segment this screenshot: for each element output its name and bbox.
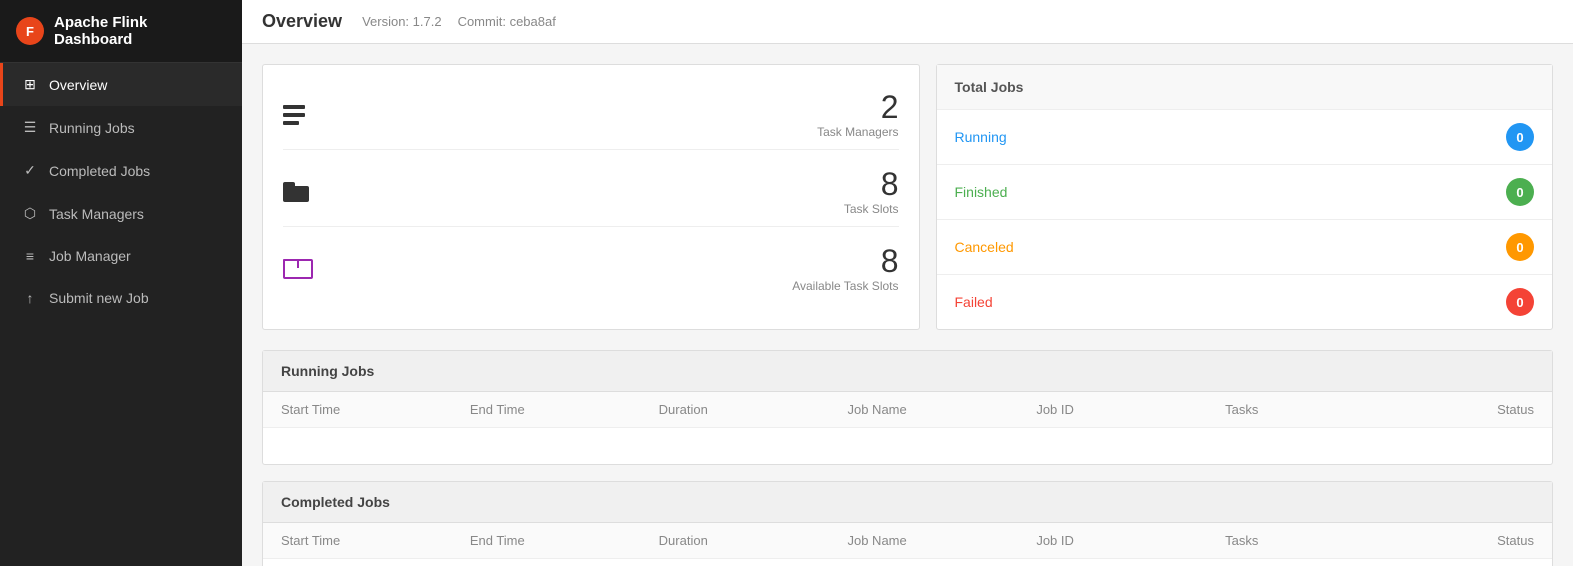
canceled-label: Canceled — [955, 239, 1014, 255]
total-jobs-row-finished: Finished 0 — [937, 165, 1553, 220]
brand-icon: F — [16, 17, 44, 45]
stats-card-inner: 2 Task Managers 8 Task Slots — [283, 81, 899, 303]
failed-label: Failed — [955, 294, 993, 310]
completed-jobs-section: Completed Jobs Start Time End Time Durat… — [262, 481, 1553, 566]
finished-badge: 0 — [1506, 178, 1534, 206]
stats-card: 2 Task Managers 8 Task Slots — [262, 64, 920, 330]
sidebar-item-completed-jobs[interactable]: ✓ Completed Jobs — [0, 149, 242, 192]
sidebar-item-submit-job[interactable]: ↑ Submit new Job — [0, 277, 242, 319]
col-duration: Duration — [659, 402, 848, 417]
available-slots-label: Available Task Slots — [792, 279, 898, 293]
total-jobs-row-running: Running 0 — [937, 110, 1553, 165]
running-jobs-table-body — [263, 428, 1552, 464]
completed-jobs-table-body — [263, 559, 1552, 566]
stat-row-task-managers: 2 Task Managers — [283, 81, 899, 150]
col-end-time: End Time — [470, 402, 659, 417]
sidebar-item-running-jobs-label: Running Jobs — [49, 120, 135, 136]
sidebar-item-overview-label: Overview — [49, 77, 107, 93]
stat-row-task-slots: 8 Task Slots — [283, 158, 899, 227]
sidebar-item-task-managers-label: Task Managers — [49, 206, 144, 222]
top-bar-meta: Version: 1.7.2 Commit: ceba8af — [362, 14, 556, 29]
task-slots-stats: 8 Task Slots — [844, 168, 899, 216]
sidebar-nav: ⊞ Overview ☰ Running Jobs ✓ Completed Jo… — [0, 63, 242, 566]
commit-label: Commit: ceba8af — [458, 14, 556, 29]
check-circle-icon: ✓ — [21, 162, 39, 179]
task-managers-icon — [283, 105, 305, 125]
sidebar-item-submit-job-label: Submit new Job — [49, 290, 149, 306]
col-start-time: Start Time — [281, 402, 470, 417]
server-icon: ⬡ — [21, 205, 39, 222]
completed-jobs-table-header: Start Time End Time Duration Job Name Jo… — [263, 523, 1552, 559]
col-status-c: Status — [1414, 533, 1534, 548]
sidebar-header: F Apache Flink Dashboard — [0, 0, 242, 63]
col-end-time-c: End Time — [470, 533, 659, 548]
task-managers-stats: 2 Task Managers — [817, 91, 898, 139]
task-managers-value: 2 — [817, 91, 898, 123]
sidebar-item-task-managers[interactable]: ⬡ Task Managers — [0, 192, 242, 235]
completed-jobs-title: Completed Jobs — [263, 482, 1552, 523]
available-slots-value: 8 — [792, 245, 898, 277]
available-slots-icon — [283, 259, 309, 279]
col-status: Status — [1414, 402, 1534, 417]
stat-row-available-slots: 8 Available Task Slots — [283, 235, 899, 303]
page-title: Overview — [262, 11, 342, 32]
col-tasks-c: Tasks — [1225, 533, 1414, 548]
task-slots-icon — [283, 182, 309, 202]
upload-icon: ↑ — [21, 290, 39, 306]
col-duration-c: Duration — [659, 533, 848, 548]
col-job-name-c: Job Name — [847, 533, 1036, 548]
available-slots-stats: 8 Available Task Slots — [792, 245, 898, 293]
task-managers-label: Task Managers — [817, 125, 898, 139]
col-job-name: Job Name — [847, 402, 1036, 417]
total-jobs-row-failed: Failed 0 — [937, 275, 1553, 329]
canceled-badge: 0 — [1506, 233, 1534, 261]
list-icon: ☰ — [21, 119, 39, 136]
sidebar-item-job-manager-label: Job Manager — [49, 248, 131, 264]
task-slots-value: 8 — [844, 168, 899, 200]
running-label: Running — [955, 129, 1007, 145]
total-jobs-row-canceled: Canceled 0 — [937, 220, 1553, 275]
main-content: Overview Version: 1.7.2 Commit: ceba8af — [242, 0, 1573, 566]
total-jobs-card: Total Jobs Running 0 Finished 0 Canceled… — [936, 64, 1554, 330]
menu-icon: ≡ — [21, 248, 39, 264]
stats-row: 2 Task Managers 8 Task Slots — [262, 64, 1553, 330]
grid-icon: ⊞ — [21, 76, 39, 93]
col-job-id: Job ID — [1036, 402, 1225, 417]
sidebar-item-completed-jobs-label: Completed Jobs — [49, 163, 150, 179]
top-bar: Overview Version: 1.7.2 Commit: ceba8af — [242, 0, 1573, 44]
total-jobs-header: Total Jobs — [937, 65, 1553, 110]
running-badge: 0 — [1506, 123, 1534, 151]
finished-label: Finished — [955, 184, 1008, 200]
failed-badge: 0 — [1506, 288, 1534, 316]
running-jobs-section: Running Jobs Start Time End Time Duratio… — [262, 350, 1553, 465]
col-tasks: Tasks — [1225, 402, 1414, 417]
sidebar-item-overview[interactable]: ⊞ Overview — [0, 63, 242, 106]
content-area: 2 Task Managers 8 Task Slots — [242, 44, 1573, 566]
brand-title: Apache Flink Dashboard — [54, 14, 226, 48]
version-label: Version: 1.7.2 — [362, 14, 442, 29]
running-jobs-table-header: Start Time End Time Duration Job Name Jo… — [263, 392, 1552, 428]
sidebar: F Apache Flink Dashboard ⊞ Overview ☰ Ru… — [0, 0, 242, 566]
col-start-time-c: Start Time — [281, 533, 470, 548]
task-slots-label: Task Slots — [844, 202, 899, 216]
sidebar-item-running-jobs[interactable]: ☰ Running Jobs — [0, 106, 242, 149]
running-jobs-title: Running Jobs — [263, 351, 1552, 392]
col-job-id-c: Job ID — [1036, 533, 1225, 548]
sidebar-item-job-manager[interactable]: ≡ Job Manager — [0, 235, 242, 277]
